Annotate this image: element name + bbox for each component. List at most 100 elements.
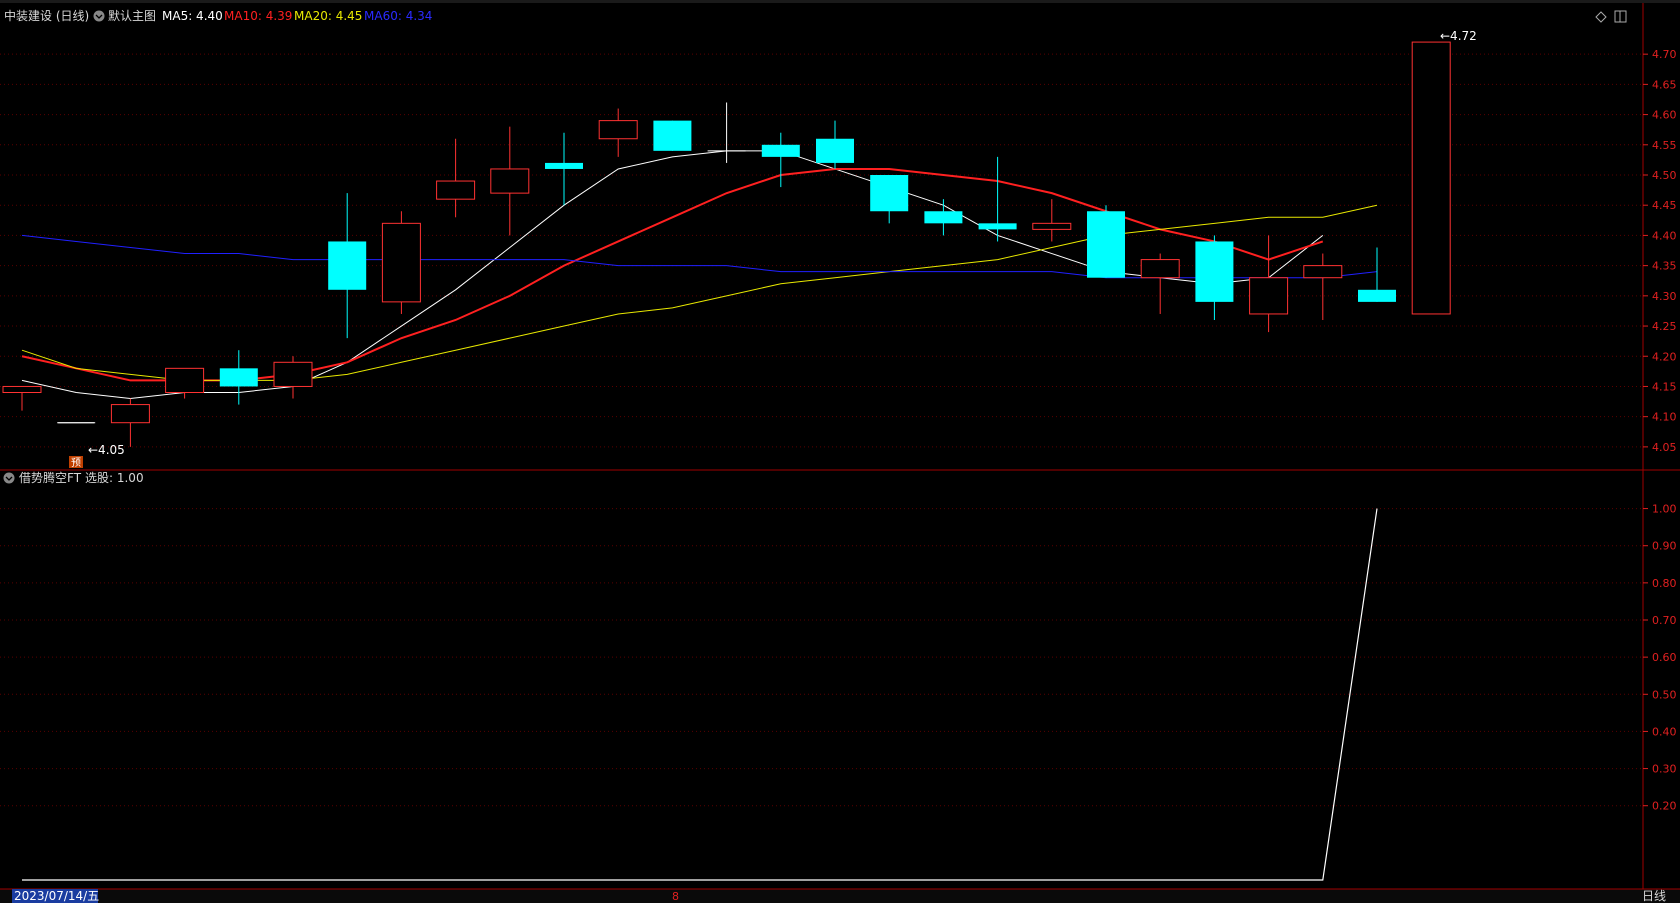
chart-header: 中装建设 (日线) 默认主图 MA5: 4.40 MA10: 4.39 MA20… — [4, 8, 1627, 23]
candle-body — [490, 168, 530, 194]
ma20-legend: MA20: 4.45 — [294, 9, 362, 23]
footer-bar — [0, 889, 1680, 903]
indicator-value: 选股: 1.00 — [85, 471, 144, 485]
indicator-tick-label: 0.80 — [1652, 577, 1677, 590]
indicator-tick-label: 0.70 — [1652, 614, 1677, 627]
indicator-tick-label: 1.00 — [1652, 503, 1677, 516]
candle — [653, 120, 692, 151]
candle — [545, 132, 583, 206]
ma5-line — [21, 150, 1324, 400]
forecast-badge-text: 预 — [71, 457, 81, 469]
candle-body — [816, 138, 854, 163]
panel-toggle-icon[interactable] — [1614, 10, 1627, 23]
chevron-down-icon[interactable] — [93, 10, 105, 22]
indicator-name[interactable]: 借势腾空FT — [19, 470, 82, 485]
template-name[interactable]: 默认主图 — [108, 8, 156, 23]
candle — [870, 175, 909, 224]
stock-chart[interactable]: 4.05 4.10 4.15 4.20 4.25 4.30 4.35 4.40 4.45 4.50… — [0, 0, 1680, 903]
price-tick-label: 4.45 — [1652, 199, 1677, 212]
price-tick-label: 4.40 — [1652, 229, 1677, 242]
price-tick-label: 4.65 — [1652, 78, 1677, 91]
candle — [328, 193, 367, 339]
indicator-tick-label: 0.40 — [1652, 725, 1677, 738]
candle — [273, 356, 313, 399]
candlesticks — [2, 41, 1451, 447]
indicator-series — [22, 508, 1378, 881]
candle-body — [219, 368, 258, 387]
candle — [816, 120, 854, 169]
high-price-label: ←4.72 — [1440, 29, 1477, 43]
price-tick-label: 4.20 — [1652, 350, 1677, 363]
candle-body — [545, 162, 583, 169]
candle-body — [436, 180, 476, 200]
price-tick-label: 4.30 — [1652, 290, 1677, 303]
candle — [490, 126, 530, 236]
candle-body — [870, 175, 909, 212]
date-cursor-label: 2023/07/14/五 — [14, 889, 99, 903]
candle-body — [2, 385, 42, 394]
price-tick-label: 4.35 — [1652, 260, 1677, 273]
price-tick-label: 4.50 — [1652, 169, 1677, 182]
candle-body — [1411, 41, 1451, 315]
ma60-legend: MA60: 4.34 — [364, 9, 432, 23]
candle — [110, 398, 150, 447]
candle-body — [1195, 241, 1234, 302]
candle — [1358, 247, 1396, 302]
period-label[interactable]: 日线 — [1642, 889, 1666, 903]
candle — [1411, 41, 1451, 315]
chevron-down-icon[interactable] — [3, 472, 15, 484]
candle-body — [381, 222, 421, 303]
candle — [1087, 205, 1125, 278]
indicator-tick-label: 0.50 — [1652, 688, 1677, 701]
candle-body — [328, 241, 367, 290]
candle — [1140, 253, 1180, 314]
price-tick-label: 4.15 — [1652, 380, 1677, 393]
indicator-tick-label: 0.30 — [1652, 763, 1677, 776]
candle — [924, 199, 963, 236]
candle-body — [165, 367, 205, 394]
candle-body — [273, 361, 313, 387]
price-tick-label: 4.70 — [1652, 48, 1677, 61]
candle-body — [653, 120, 692, 151]
price-tick-label: 4.05 — [1652, 441, 1677, 454]
indicator-tick-label: 0.20 — [1652, 800, 1677, 813]
indicator-line — [22, 508, 1378, 881]
candle — [219, 350, 258, 405]
price-tick-label: 4.10 — [1652, 411, 1677, 424]
candle-body — [1303, 265, 1343, 279]
month-marker: 8 — [672, 890, 679, 903]
candle — [598, 108, 638, 157]
indicator-axis: 0.20 0.30 0.40 0.50 0.60 0.70 0.80 0.90 1.00 — [1643, 503, 1677, 813]
price-tick-label: 4.25 — [1652, 320, 1677, 333]
top-toolbar-strip — [0, 0, 1680, 3]
ma10-line — [21, 167, 1324, 382]
candle-body — [1032, 222, 1072, 230]
indicator-tick-label: 0.60 — [1652, 651, 1677, 664]
candle-body — [598, 120, 638, 140]
candle-body — [924, 211, 963, 224]
candle — [978, 156, 1017, 242]
indicator-grid — [0, 508, 1643, 807]
indicator-tick-label: 0.90 — [1652, 540, 1677, 553]
price-panel[interactable]: 4.05 4.10 4.15 4.20 4.25 4.30 4.35 4.40 4.45 4.50… — [0, 3, 1680, 890]
candle — [1249, 235, 1289, 333]
low-price-label: ←4.05 — [88, 443, 125, 457]
stock-title: 中装建设 (日线) — [4, 8, 89, 23]
candle — [2, 385, 42, 411]
indicator-panel[interactable]: 0.20 0.30 0.40 0.50 0.60 0.70 0.80 0.90 1.00 借势腾… — [0, 470, 1677, 881]
candle-body — [110, 404, 150, 424]
diamond-icon[interactable] — [1595, 11, 1607, 23]
price-tick-label: 4.55 — [1652, 139, 1677, 152]
candle-body — [1087, 211, 1125, 278]
candle — [1032, 199, 1072, 242]
ma10-legend: MA10: 4.39 — [224, 9, 292, 23]
candle-body — [1140, 259, 1180, 279]
price-annotations: ←4.05 预 ←4.72 — [58, 29, 1477, 469]
candle-body — [978, 223, 1017, 230]
ma5-legend: MA5: 4.40 — [162, 9, 223, 23]
candle — [1303, 253, 1343, 320]
candle — [707, 102, 746, 163]
candle-body — [761, 144, 800, 157]
price-grid — [0, 53, 1643, 448]
candle — [1195, 235, 1234, 320]
